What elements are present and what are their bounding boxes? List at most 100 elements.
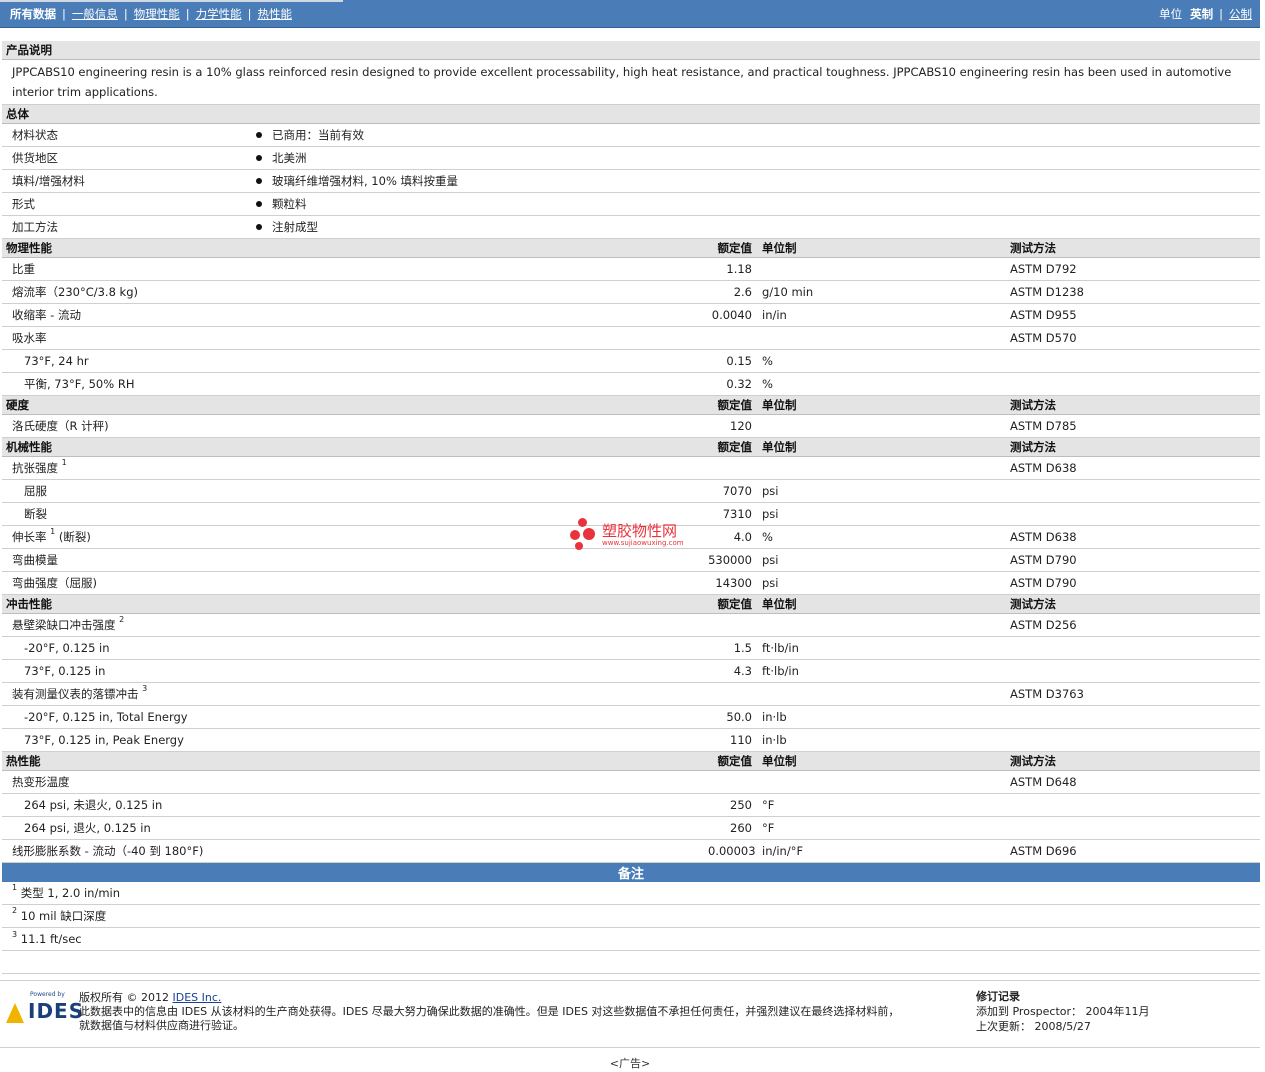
section-title: 物理性能 bbox=[2, 238, 704, 258]
general-row: 填料/增强材料 玻璃纤维增强材料, 10% 填料按重量 bbox=[2, 169, 1261, 193]
revision-added: 添加到 Prospector： 2004年11月 bbox=[976, 1004, 1150, 1019]
unit-value: in/in/°F bbox=[756, 839, 1006, 863]
tab-general-info[interactable]: 一般信息 bbox=[72, 7, 118, 21]
tab-strip-edge bbox=[0, 0, 343, 2]
bullet-icon bbox=[256, 224, 262, 230]
ides-powered-by: Powered by bbox=[30, 991, 65, 998]
property-row: 264 psi, 未退火, 0.125 in 250 °F bbox=[2, 793, 1261, 817]
property-row: -20°F, 0.125 in 1.5 ft·lb/in bbox=[2, 636, 1261, 660]
ides-company-link[interactable]: IDES Inc. bbox=[173, 991, 222, 1004]
tab-all-data[interactable]: 所有数据 bbox=[10, 7, 56, 21]
column-unit: 单位制 bbox=[756, 751, 1006, 771]
note-number: 2 bbox=[12, 906, 18, 915]
general-row: 材料状态 已商用：当前有效 bbox=[2, 123, 1261, 147]
property-row: 73°F, 0.125 in, Peak Energy 110 in·lb bbox=[2, 728, 1261, 752]
footer: Powered by IDES 版权所有 © 2012 IDES Inc. 此数… bbox=[0, 980, 1260, 1048]
property-row: 热变形温度 ASTM D648 bbox=[2, 770, 1261, 794]
top-nav-bar: 所有数据 | 一般信息 | 物理性能 | 力学性能 | 热性能 单位 英制 | 公制 bbox=[0, 0, 1260, 28]
column-method: 测试方法 bbox=[1006, 238, 1261, 258]
watermark-text: 塑胶物性网 bbox=[602, 522, 678, 540]
property-name-cell: 洛氏硬度（R 计秤) bbox=[2, 414, 704, 438]
datasheet-table: 产品说明 JPPCABS10 engineering resin is a 10%… bbox=[2, 41, 1261, 974]
notes-header: 备注 bbox=[2, 862, 1261, 882]
nominal-value: 110 bbox=[704, 728, 756, 752]
tab-physical[interactable]: 物理性能 bbox=[134, 7, 180, 21]
unit-value bbox=[756, 456, 1006, 480]
property-name-cell: 平衡, 73°F, 50% RH bbox=[2, 372, 704, 396]
ad-placeholder: <广告> bbox=[609, 1057, 651, 1070]
nominal-value: 1.18 bbox=[704, 257, 756, 281]
column-method: 测试方法 bbox=[1006, 437, 1261, 457]
unit-metric-link[interactable]: 公制 bbox=[1229, 7, 1252, 21]
property-name: 73°F, 0.125 in bbox=[24, 664, 106, 678]
description-row: JPPCABS10 engineering resin is a 10% gla… bbox=[2, 59, 1261, 105]
section-title: 总体 bbox=[2, 104, 1261, 124]
column-method: 测试方法 bbox=[1006, 395, 1261, 415]
property-name-cell: 屈服 bbox=[2, 479, 704, 503]
section-header-hardness: 硬度 额定值 单位制 测试方法 bbox=[2, 395, 1261, 415]
property-row: 平衡, 73°F, 50% RH 0.32% bbox=[2, 372, 1261, 396]
watermark-url: www.sujiaowuxing.com bbox=[602, 539, 684, 547]
property-name: 供货地区 bbox=[2, 146, 252, 170]
note-row: 2 10 mil 缺口深度 bbox=[2, 904, 1261, 928]
section-header-mechanical: 机械性能 额定值 单位制 测试方法 bbox=[2, 437, 1261, 457]
section-header-impact: 冲击性能 额定值 单位制 测试方法 bbox=[2, 594, 1261, 614]
property-name: 平衡, 73°F, 50% RH bbox=[24, 377, 135, 391]
column-nominal: 额定值 bbox=[704, 395, 756, 415]
property-name-cell: 装有测量仪表的落镖冲击 3 bbox=[2, 682, 704, 706]
property-name: 形式 bbox=[2, 192, 252, 216]
unit-value: in·lb bbox=[756, 728, 1006, 752]
section-tabs: 所有数据 | 一般信息 | 物理性能 | 力学性能 | 热性能 bbox=[10, 6, 292, 22]
copyright-line: 版权所有 © 2012 IDES Inc. bbox=[79, 991, 899, 1005]
copyright-block: 版权所有 © 2012 IDES Inc. 此数据表中的信息由 IDES 从该材… bbox=[79, 991, 899, 1033]
test-method bbox=[1006, 636, 1261, 660]
property-name-cell: 73°F, 0.125 in bbox=[2, 659, 704, 683]
column-nominal: 额定值 bbox=[704, 437, 756, 457]
property-row: 洛氏硬度（R 计秤) 120 ASTM D785 bbox=[2, 414, 1261, 438]
footnote-marker: 3 bbox=[142, 684, 148, 693]
property-name-cell: 73°F, 24 hr bbox=[2, 349, 704, 373]
tab-mechanical[interactable]: 力学性能 bbox=[196, 7, 242, 21]
general-row: 形式 颗粒料 bbox=[2, 192, 1261, 216]
unit-value: in·lb bbox=[756, 705, 1006, 729]
test-method: ASTM D638 bbox=[1006, 525, 1261, 549]
property-name: 伸长率 bbox=[12, 530, 47, 544]
unit-value bbox=[756, 613, 1006, 637]
property-name-cell: 线形膨胀系数 - 流动（-40 到 180°F) bbox=[2, 839, 704, 863]
section-header-thermal: 热性能 额定值 单位制 测试方法 bbox=[2, 751, 1261, 771]
unit-separator: | bbox=[1219, 7, 1223, 21]
property-name: 装有测量仪表的落镖冲击 bbox=[12, 687, 139, 701]
test-method: ASTM D3763 bbox=[1006, 682, 1261, 706]
column-method: 测试方法 bbox=[1006, 594, 1261, 614]
copyright-prefix: 版权所有 © 2012 bbox=[79, 991, 169, 1004]
property-name-cell: 抗张强度 1 bbox=[2, 456, 704, 480]
section-header-description: 产品说明 bbox=[2, 41, 1261, 60]
column-method: 测试方法 bbox=[1006, 751, 1261, 771]
unit-value: g/10 min bbox=[756, 280, 1006, 304]
description-text: JPPCABS10 engineering resin is a 10% gla… bbox=[2, 59, 1261, 105]
test-method: ASTM D648 bbox=[1006, 770, 1261, 794]
added-label: 添加到 Prospector： bbox=[976, 1005, 1083, 1018]
unit-value: % bbox=[756, 372, 1006, 396]
unit-value bbox=[756, 257, 1006, 281]
property-name-cell: 73°F, 0.125 in, Peak Energy bbox=[2, 728, 704, 752]
property-name: 线形膨胀系数 - 流动（-40 到 180°F) bbox=[12, 844, 204, 858]
unit-value: psi bbox=[756, 548, 1006, 572]
test-method: ASTM D790 bbox=[1006, 548, 1261, 572]
property-row: 屈服 7070 psi bbox=[2, 479, 1261, 503]
unit-imperial[interactable]: 英制 bbox=[1190, 7, 1213, 21]
bullet-icon bbox=[256, 155, 262, 161]
test-method bbox=[1006, 728, 1261, 752]
property-value-cell: 注射成型 bbox=[252, 215, 1261, 239]
test-method bbox=[1006, 349, 1261, 373]
ides-logo[interactable]: Powered by IDES bbox=[6, 991, 83, 1023]
unit-value bbox=[756, 414, 1006, 438]
tab-thermal[interactable]: 热性能 bbox=[258, 7, 293, 21]
property-row: 73°F, 24 hr 0.15% bbox=[2, 349, 1261, 373]
section-title: 热性能 bbox=[2, 751, 704, 771]
property-name: 264 psi, 退火, 0.125 in bbox=[24, 821, 151, 835]
footnote-marker: 1 bbox=[50, 527, 56, 536]
tab-separator: | bbox=[247, 7, 252, 21]
nominal-value bbox=[704, 326, 756, 350]
nominal-value bbox=[704, 613, 756, 637]
